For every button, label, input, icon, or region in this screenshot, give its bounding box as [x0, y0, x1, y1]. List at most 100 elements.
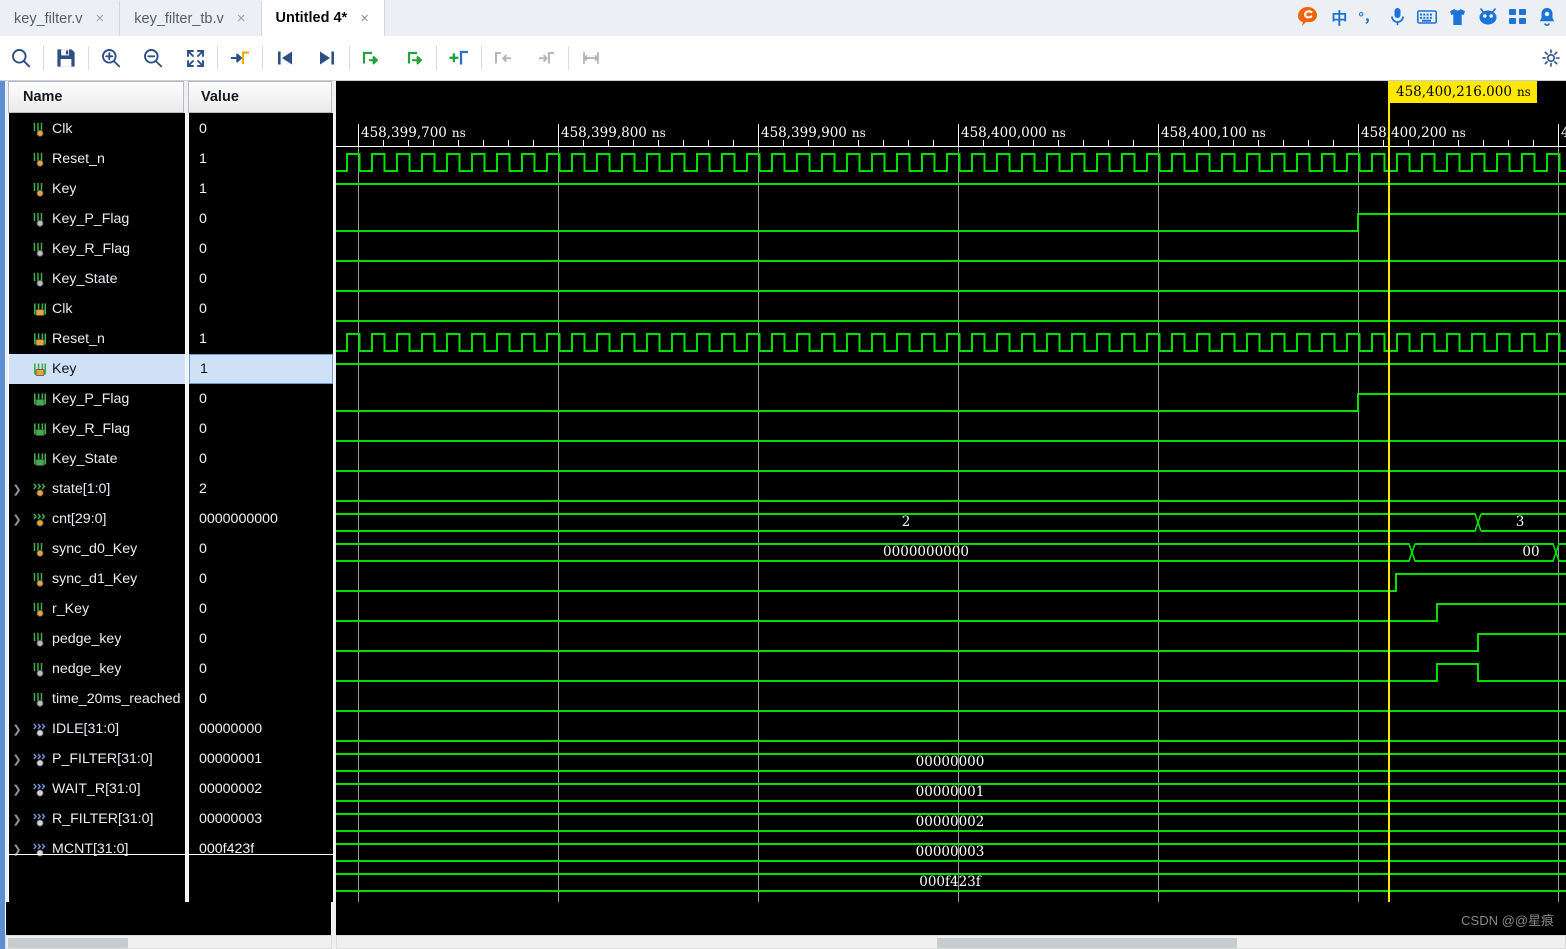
chevron-right-icon[interactable]: ❯ [9, 723, 25, 736]
signal-value-cell[interactable]: 00000002 [189, 774, 333, 804]
tab-close-icon[interactable]: × [357, 9, 372, 28]
ime-settings-icon[interactable] [1538, 7, 1556, 27]
signal-row-Clk[interactable]: ❯Clk [9, 294, 185, 324]
signal-value-cell[interactable]: 0 [189, 234, 333, 264]
left-horizontal-scrollbar[interactable] [5, 935, 332, 949]
prev-divider-button[interactable] [483, 37, 525, 79]
zoom-in-button[interactable] [90, 37, 132, 79]
signal-row-Key_R_Flag[interactable]: ❯Key_R_Flag [9, 414, 185, 444]
next-transition-button[interactable] [306, 37, 348, 79]
signal-row-R_FILTER310[interactable]: ❯ R_FILTER[31:0] [9, 804, 185, 834]
signal-row-time_20ms_reached[interactable]: ❯time_20ms_reached [9, 684, 185, 714]
signal-value-list[interactable]: 0 1 1 0 0 0 0 1 1 0 0 0 2 0000000000 0 0 0 0 0 0 00000000 000… [188, 113, 334, 902]
signal-row-sync_d0_Key[interactable]: ❯sync_d0_Key [9, 534, 185, 564]
signal-value-cell[interactable]: 1 [189, 144, 333, 174]
signal-row-sync_d1_Key[interactable]: ❯sync_d1_Key [9, 564, 185, 594]
signal-value-cell[interactable]: 0 [189, 654, 333, 684]
signal-row-Key_State[interactable]: ❯Key_State [9, 444, 185, 474]
signal-name-label: state[1:0] [52, 481, 111, 497]
signal-value-cell[interactable]: 0 [189, 264, 333, 294]
skin-shirt-icon[interactable] [1448, 8, 1467, 26]
tab-close-icon[interactable]: × [234, 9, 249, 28]
signal-value-cell[interactable]: 00000000 [189, 714, 333, 744]
zoom-fit-button[interactable] [174, 37, 216, 79]
previous-marker-button[interactable] [351, 37, 393, 79]
column-header-value[interactable]: Value [188, 81, 332, 113]
punctuation-icon[interactable]: °， [1358, 7, 1378, 27]
signal-row-WAIT_R310[interactable]: ❯ WAIT_R[31:0] [9, 774, 185, 804]
tab-2[interactable]: Untitled 4* × [261, 0, 385, 36]
signal-row-IDLE310[interactable]: ❯ IDLE[31:0] [9, 714, 185, 744]
signal-name-list[interactable]: ❯Clk❯Reset_n❯Key❯Key_P_Flag❯Key_R_Flag❯K… [8, 113, 186, 902]
signal-value-cell[interactable]: 0 [189, 534, 333, 564]
signal-row-Reset_n[interactable]: ❯Reset_n [9, 144, 185, 174]
signal-row-cnt290[interactable]: ❯ cnt[29:0] [9, 504, 185, 534]
signal-row-pedge_key[interactable]: ❯pedge_key [9, 624, 185, 654]
signal-value-cell[interactable]: 0 [189, 624, 333, 654]
column-header-name[interactable]: Name [8, 81, 184, 113]
signal-row-P_FILTER310[interactable]: ❯ P_FILTER[31:0] [9, 744, 185, 774]
add-marker-button[interactable] [438, 37, 480, 79]
signal-value-cell[interactable]: 000f423f [189, 834, 333, 864]
signal-value-cell[interactable]: 0 [189, 414, 333, 444]
signal-row-Key_R_Flag[interactable]: ❯Key_R_Flag [9, 234, 185, 264]
tab-1[interactable]: key_filter_tb.v × [120, 1, 262, 36]
chevron-right-icon[interactable]: ❯ [9, 483, 25, 496]
signal-row-Key_P_Flag[interactable]: ❯Key_P_Flag [9, 384, 185, 414]
next-divider-button[interactable] [525, 37, 567, 79]
next-marker-button[interactable] [393, 37, 435, 79]
signal-row-Key_P_Flag[interactable]: ❯Key_P_Flag [9, 204, 185, 234]
signal-row-Key_State[interactable]: ❯Key_State [9, 264, 185, 294]
scrollbar-thumb[interactable] [8, 938, 128, 948]
time-cursor[interactable] [1388, 81, 1390, 902]
toolbox-grid-icon[interactable] [1509, 8, 1527, 26]
chevron-right-icon[interactable]: ❯ [9, 813, 25, 826]
signal-value-cell[interactable]: 1 [189, 174, 333, 204]
cursor-time-flag[interactable]: 458,400,216.000 ns [1390, 81, 1537, 103]
signal-row-Key[interactable]: ❯Key [9, 354, 185, 384]
previous-transition-button[interactable] [264, 37, 306, 79]
signal-value-cell[interactable]: 2 [189, 474, 333, 504]
tab-0[interactable]: key_filter.v × [0, 1, 121, 36]
waveform-canvas[interactable]: 458,399,700 ns 458,399,800 ns 458,399,900 ns 4… [336, 81, 1566, 902]
signal-value-cell[interactable]: 0 [189, 594, 333, 624]
signal-value-cell[interactable]: 1 [189, 324, 333, 354]
keyboard-icon[interactable] [1417, 9, 1437, 25]
signal-value-cell[interactable]: 0 [189, 684, 333, 714]
search-button[interactable] [0, 37, 42, 79]
signal-row-nedge_key[interactable]: ❯nedge_key [9, 654, 185, 684]
signal-value-cell[interactable]: 0 [189, 444, 333, 474]
signal-value-cell[interactable]: 0000000000 [189, 504, 333, 534]
signal-value-cell[interactable]: 0 [189, 204, 333, 234]
goto-marker-button[interactable] [219, 37, 261, 79]
sogou-logo-icon[interactable] [1296, 5, 1320, 29]
signal-value-cell[interactable]: 1 [189, 354, 333, 384]
signal-value-cell[interactable]: 0 [189, 564, 333, 594]
signal-value-cell[interactable]: 0 [189, 384, 333, 414]
signal-row-r_Key[interactable]: ❯r_Key [9, 594, 185, 624]
tab-close-icon[interactable]: × [93, 9, 108, 28]
zoom-out-button[interactable] [132, 37, 174, 79]
signal-row-MCNT310[interactable]: ❯ MCNT[31:0] [9, 834, 185, 864]
chevron-right-icon[interactable]: ❯ [9, 753, 25, 766]
emoji-icon[interactable] [1478, 7, 1498, 26]
toolbar-overflow-button[interactable] [1542, 36, 1560, 80]
signal-value-cell[interactable]: 00000003 [189, 804, 333, 834]
signal-value-cell[interactable]: 0 [189, 294, 333, 324]
bus-signal-icon [33, 512, 47, 527]
save-button[interactable] [45, 37, 87, 79]
chevron-right-icon[interactable]: ❯ [9, 513, 25, 526]
signal-row-Reset_n[interactable]: ❯Reset_n [9, 324, 185, 354]
signal-value-cell[interactable]: 00000001 [189, 744, 333, 774]
signal-row-state10[interactable]: ❯ state[1:0] [9, 474, 185, 504]
chinese-mode-icon[interactable]: 中 [1331, 5, 1347, 29]
chevron-right-icon[interactable]: ❯ [9, 783, 25, 796]
chevron-right-icon[interactable]: ❯ [9, 843, 25, 856]
measure-button[interactable] [570, 37, 612, 79]
signal-value-cell[interactable]: 0 [189, 114, 333, 144]
microphone-icon[interactable] [1389, 7, 1406, 26]
scrollbar-thumb[interactable] [937, 938, 1237, 948]
wave-horizontal-scrollbar[interactable] [336, 935, 1566, 949]
signal-row-Clk[interactable]: ❯Clk [9, 114, 185, 144]
signal-row-Key[interactable]: ❯Key [9, 174, 185, 204]
